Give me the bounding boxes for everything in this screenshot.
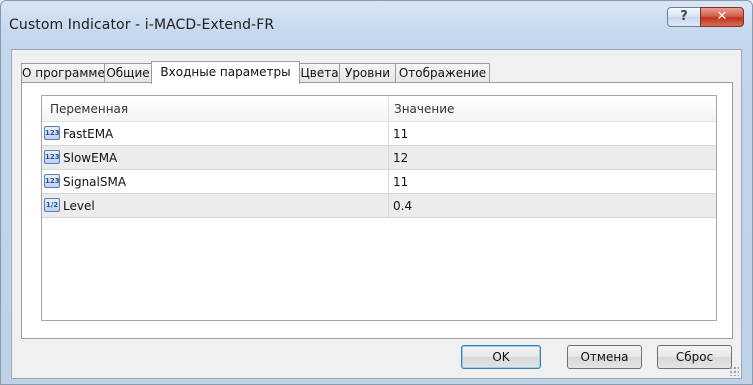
reset-button[interactable]: Сброс	[657, 345, 732, 369]
tab-about[interactable]: О программе	[21, 63, 105, 83]
ok-button[interactable]: OK	[461, 345, 541, 369]
dialog-window: Custom Indicator - i-MACD-Extend-FR ? ✕ …	[0, 0, 753, 385]
tab-visualization[interactable]: Отображение	[395, 63, 490, 83]
parameter-value[interactable]: 0.4	[393, 199, 412, 213]
parameter-name: SlowEMA	[63, 151, 118, 165]
help-button[interactable]: ?	[667, 7, 701, 27]
window-title: Custom Indicator - i-MACD-Extend-FR	[9, 17, 275, 33]
parameter-name: FastEMA	[63, 127, 114, 141]
column-divider[interactable]	[388, 96, 389, 121]
integer-type-icon: 123	[44, 150, 60, 164]
table-row[interactable]: 1/2 Level 0.4	[42, 194, 716, 218]
parameter-value[interactable]: 12	[393, 151, 408, 165]
parameter-value[interactable]: 11	[393, 175, 408, 189]
integer-type-icon: 123	[44, 174, 60, 188]
parameter-name: SignalSMA	[63, 175, 127, 189]
tab-colors[interactable]: Цвета	[299, 63, 340, 83]
close-button[interactable]: ✕	[700, 7, 744, 27]
resize-grip-icon[interactable]	[729, 366, 739, 376]
tab-panel: Переменная Значение 123 FastEMA 11 123 S…	[21, 82, 733, 339]
table-row[interactable]: 123 SignalSMA 11	[42, 170, 716, 194]
table-row[interactable]: 123 FastEMA 11	[42, 122, 716, 146]
grid-header: Переменная Значение	[42, 96, 716, 122]
parameter-name: Level	[63, 199, 95, 213]
tab-levels[interactable]: Уровни	[339, 63, 396, 83]
double-type-icon: 1/2	[44, 198, 60, 212]
cancel-button[interactable]: Отмена	[567, 345, 642, 369]
column-header-value[interactable]: Значение	[394, 102, 454, 116]
table-row[interactable]: 123 SlowEMA 12	[42, 146, 716, 170]
tab-common[interactable]: Общие	[104, 63, 152, 83]
tab-inputs[interactable]: Входные параметры	[151, 61, 300, 84]
column-header-variable[interactable]: Переменная	[50, 102, 128, 116]
question-mark-icon: ?	[680, 9, 688, 24]
parameter-value[interactable]: 11	[393, 127, 408, 141]
integer-type-icon: 123	[44, 126, 60, 140]
close-icon: ✕	[716, 9, 728, 24]
parameters-grid[interactable]: Переменная Значение 123 FastEMA 11 123 S…	[41, 95, 717, 321]
dialog-body: О программе Общие Входные параметры Цвет…	[11, 49, 742, 379]
title-bar[interactable]: Custom Indicator - i-MACD-Extend-FR ? ✕	[1, 1, 752, 49]
